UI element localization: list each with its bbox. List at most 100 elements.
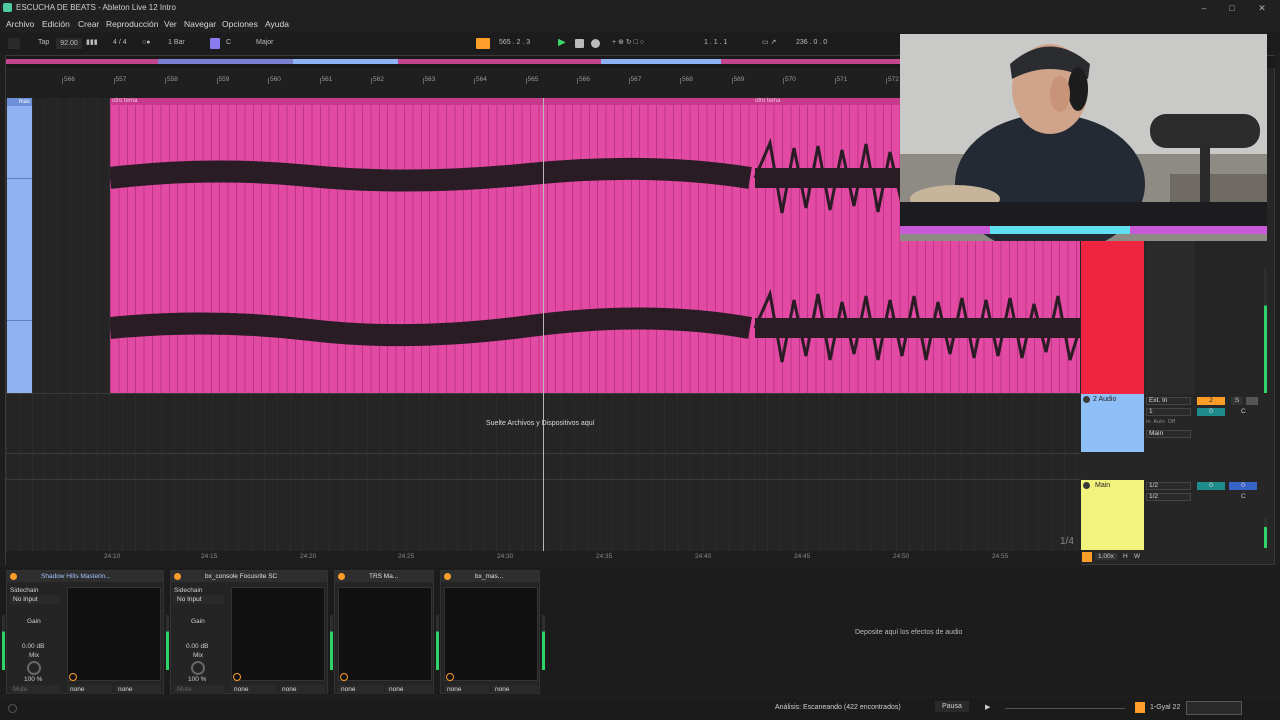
param-select-1[interactable]: none <box>444 685 489 694</box>
arm-button[interactable] <box>1246 397 1258 405</box>
menu-opciones[interactable]: Opciones <box>222 16 258 32</box>
param-select-1[interactable]: none <box>231 685 276 694</box>
bar-ruler[interactable]: 566 557 558 559 560 561 562 563 564 565 566 567 568 5… <box>6 68 901 98</box>
sidechain-input[interactable]: No Input <box>10 595 60 604</box>
quantize-menu[interactable]: 1 Bar <box>168 33 185 53</box>
preview-play-icon[interactable]: ▶ <box>985 703 990 711</box>
main-input-2[interactable]: 1/2 <box>1146 493 1191 501</box>
track-2-pan[interactable]: C <box>1241 408 1246 415</box>
track-2-activator[interactable]: 2 <box>1197 397 1225 405</box>
record-icon[interactable] <box>591 39 600 48</box>
device-power-icon[interactable] <box>174 573 181 580</box>
metronome-icon[interactable]: ○● <box>142 33 150 53</box>
main-track-header[interactable]: Main <box>1081 480 1144 550</box>
main-send[interactable]: 0 <box>1229 482 1257 490</box>
param-select-2[interactable]: none <box>386 685 432 694</box>
main-input-1[interactable]: 1/2 <box>1146 482 1191 490</box>
plugin-display[interactable] <box>338 587 432 681</box>
param-select-2[interactable]: none <box>115 685 161 694</box>
plugin-display[interactable] <box>444 587 538 681</box>
track-2-volume[interactable]: 0 <box>1197 408 1225 416</box>
minimize-icon[interactable]: – <box>1190 0 1218 16</box>
pause-button[interactable]: Pausa <box>935 701 969 712</box>
gain-value[interactable]: 0.00 dB <box>186 643 208 650</box>
solo-button[interactable]: S <box>1231 397 1243 405</box>
device-power-icon[interactable] <box>338 573 345 580</box>
menu-ver[interactable]: Ver <box>164 16 177 32</box>
track-fold-icon[interactable] <box>1083 396 1090 403</box>
status-icon[interactable] <box>8 704 17 713</box>
device-header: bx_console Focusrite SC <box>171 571 327 582</box>
plugin-display[interactable] <box>67 587 161 681</box>
tempo-nudge-icon[interactable]: ▮▮▮ <box>86 33 98 53</box>
tempo-field[interactable]: 92.00 <box>56 38 82 49</box>
time-ruler[interactable]: 24:10 24:15 24:20 24:25 24:30 24:35 24:4… <box>6 551 1081 566</box>
plugin-edit-icon[interactable] <box>233 673 241 681</box>
plugin-display[interactable] <box>231 587 325 681</box>
monitor-off[interactable]: Off <box>1168 419 1175 425</box>
menu-archivo[interactable]: Archivo <box>6 16 34 32</box>
automation-icons[interactable]: + ⊕ ↻ □ ○ <box>612 33 644 53</box>
left-clip[interactable] <box>7 98 32 393</box>
device-power-icon[interactable] <box>444 573 451 580</box>
tap-button[interactable]: Tap <box>38 33 49 53</box>
scale-selector[interactable]: Major <box>256 33 274 53</box>
close-icon[interactable]: ✕ <box>1248 0 1276 16</box>
plugin-edit-icon[interactable] <box>446 673 454 681</box>
monitor-auto[interactable]: Auto <box>1153 419 1164 425</box>
track-2-input[interactable]: Ext. In <box>1146 397 1191 405</box>
param-select-1[interactable]: none <box>67 685 112 694</box>
menu-crear[interactable]: Crear <box>78 16 99 32</box>
plugin-edit-icon[interactable] <box>69 673 77 681</box>
param-select-1[interactable]: none <box>338 685 383 694</box>
mix-value[interactable]: 100 % <box>24 676 42 683</box>
time-signature[interactable]: 4 / 4 <box>113 33 127 53</box>
gain-value[interactable]: 0.00 dB <box>22 643 44 650</box>
track-2-output[interactable]: Main <box>1146 430 1191 438</box>
param-select-2[interactable]: none <box>492 685 538 694</box>
track-fold-icon[interactable] <box>1083 482 1090 489</box>
main-volume[interactable]: 0 <box>1197 482 1225 490</box>
song-position[interactable]: 565 . 2 . 3 <box>499 33 530 53</box>
height-button[interactable]: H <box>1123 553 1128 560</box>
device-shadow-hills[interactable]: Shadow Hills Masterin... Sidechain No In… <box>6 570 164 694</box>
main-pan[interactable]: C <box>1241 493 1246 500</box>
plugin-edit-icon[interactable] <box>340 673 348 681</box>
menu-edicion[interactable]: Edición <box>42 16 70 32</box>
param-select-2[interactable]: none <box>279 685 325 694</box>
play-icon[interactable]: ▶ <box>558 33 566 53</box>
device-bx-master[interactable]: bx_mas... none none <box>440 570 540 694</box>
loop-length[interactable]: 236 . 0 . 0 <box>796 33 827 53</box>
preview-slider[interactable] <box>1005 708 1125 709</box>
mix-knob[interactable] <box>27 661 41 675</box>
key-icon[interactable] <box>210 38 220 49</box>
maximize-icon[interactable]: □ <box>1218 0 1246 16</box>
menu-navegar[interactable]: Navegar <box>184 16 216 32</box>
key-selector[interactable]: C <box>226 33 231 53</box>
track-2-channel[interactable]: 1 <box>1146 408 1191 416</box>
monitor-buttons[interactable]: In Auto Off <box>1146 419 1175 425</box>
menu-ayuda[interactable]: Ayuda <box>265 16 289 32</box>
mixer-toggle-icon[interactable] <box>1082 552 1092 562</box>
zoom-level[interactable]: 1.00x <box>1095 553 1117 560</box>
device-bx-console[interactable]: bx_console Focusrite SC Sidechain No Inp… <box>170 570 328 694</box>
mute-button[interactable]: Mute <box>10 685 60 694</box>
width-button[interactable]: W <box>1134 553 1140 560</box>
device-trs[interactable]: TRS Ma... none none <box>334 570 434 694</box>
mix-knob[interactable] <box>191 661 205 675</box>
sidechain-input[interactable]: No Input <box>174 595 224 604</box>
loop-icons[interactable]: ▭ ↗ <box>762 33 776 53</box>
device-power-icon[interactable] <box>10 573 17 580</box>
menu-reproduccion[interactable]: Reproducción <box>106 16 158 32</box>
view-switcher[interactable] <box>1186 701 1242 715</box>
stop-icon[interactable] <box>575 39 584 48</box>
warning-icon[interactable] <box>1135 702 1145 713</box>
mix-value[interactable]: 100 % <box>188 676 206 683</box>
track-2-header[interactable]: 2 Audio <box>1081 394 1144 452</box>
link-icon[interactable] <box>8 38 20 49</box>
loop-start[interactable]: 1 . 1 . 1 <box>704 33 727 53</box>
mute-button[interactable]: Mute <box>174 685 224 694</box>
arrangement-follow-icon[interactable] <box>476 38 490 49</box>
monitor-in[interactable]: In <box>1146 419 1151 425</box>
track-1-header[interactable] <box>1081 241 1144 394</box>
